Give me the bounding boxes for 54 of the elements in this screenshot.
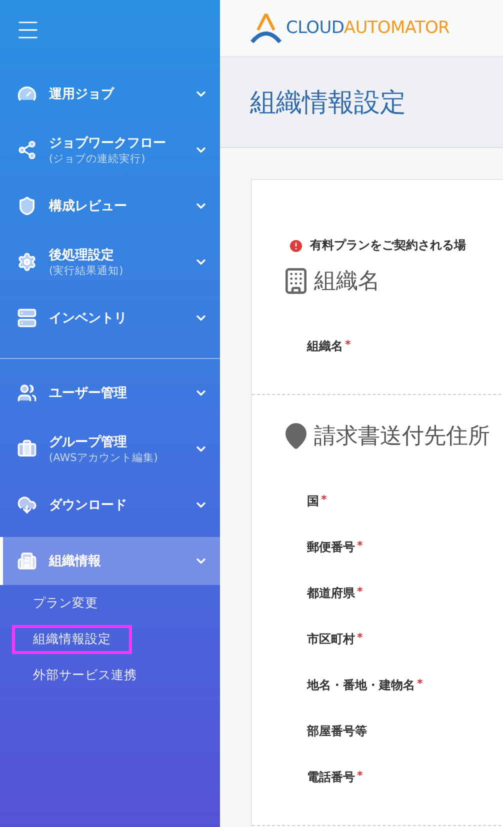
sidebar-item[interactable]: グループ管理 (AWSアカウント編集) xyxy=(0,421,220,477)
sidebar-item[interactable]: ダウンロード xyxy=(0,477,220,533)
menu-label: 構成レビュー xyxy=(49,198,128,215)
sidebar-item[interactable]: 構成レビュー xyxy=(0,178,220,234)
required-mark: * xyxy=(345,338,351,351)
required-mark: * xyxy=(321,493,327,506)
sidebar-item[interactable]: 組織情報 xyxy=(0,537,220,585)
menu-label: 後処理設定 xyxy=(49,246,115,264)
required-mark: * xyxy=(357,585,363,598)
field-label-text: 電話番号 xyxy=(307,770,355,784)
menu-item-icon xyxy=(17,495,37,515)
section-title: 組織名 xyxy=(314,268,380,296)
menu-label: 組織情報 xyxy=(49,553,102,570)
logo-text: CLOUDAUTOMATOR xyxy=(286,18,450,38)
required-mark: * xyxy=(357,769,363,782)
required-mark: * xyxy=(357,539,363,552)
field-label-text: 国 xyxy=(307,494,319,508)
field-label-text: 地名・番地・建物名 xyxy=(307,678,415,692)
logo-icon xyxy=(250,13,282,43)
field-label-text: 部屋番号等 xyxy=(307,724,367,738)
menu-item-icon xyxy=(17,252,37,272)
menu-label: インベントリ xyxy=(49,310,128,327)
required-mark: * xyxy=(417,677,423,690)
submenu-item[interactable]: プラン変更 xyxy=(12,589,119,618)
menu-item-icon xyxy=(17,196,37,216)
field-label-text: 組織名 xyxy=(307,339,343,353)
page-title: 組織情報設定 xyxy=(250,86,406,120)
menu-item-icon xyxy=(17,439,37,459)
menu-item-icon xyxy=(17,140,37,160)
menu-label: 運用ジョブ xyxy=(49,86,116,103)
alert-icon xyxy=(288,238,304,254)
sidebar-item[interactable]: 運用ジョブ xyxy=(0,66,220,122)
menu-label: ダウンロード xyxy=(49,497,128,514)
sidebar-item[interactable]: 後処理設定 (実行結果通知) xyxy=(0,234,220,290)
menu-label: ジョブワークフロー xyxy=(49,134,167,152)
menu-label: ユーザー管理 xyxy=(49,385,128,402)
menu-sublabel: (AWSアカウント編集) xyxy=(49,451,159,465)
menu-label: グループ管理 xyxy=(49,434,128,451)
menu-item-icon xyxy=(17,308,37,328)
required-mark: * xyxy=(357,631,363,644)
field-label-text: 郵便番号 xyxy=(307,540,355,554)
menu-sublabel: (実行結果通知) xyxy=(49,264,124,278)
sidebar-item[interactable]: ユーザー管理 xyxy=(0,365,220,421)
menu-item-icon xyxy=(17,383,37,403)
field-label-text: 市区町村 xyxy=(307,632,355,646)
sidebar-item[interactable]: インベントリ xyxy=(0,290,220,346)
field-label-text: 都道府県 xyxy=(307,586,355,600)
section-title: 請求書送付先住所 xyxy=(314,423,490,451)
menu-sublabel: (ジョブの連続実行) xyxy=(49,152,146,166)
alert-text: 有料プランをご契約される場 xyxy=(310,237,466,254)
submenu-item[interactable]: 外部サービス連携 xyxy=(12,661,158,690)
menu-item-icon xyxy=(17,551,37,571)
submenu-item[interactable]: 組織情報設定 xyxy=(12,625,132,654)
sidebar-item[interactable]: ジョブワークフロー (ジョブの連続実行) xyxy=(0,122,220,178)
